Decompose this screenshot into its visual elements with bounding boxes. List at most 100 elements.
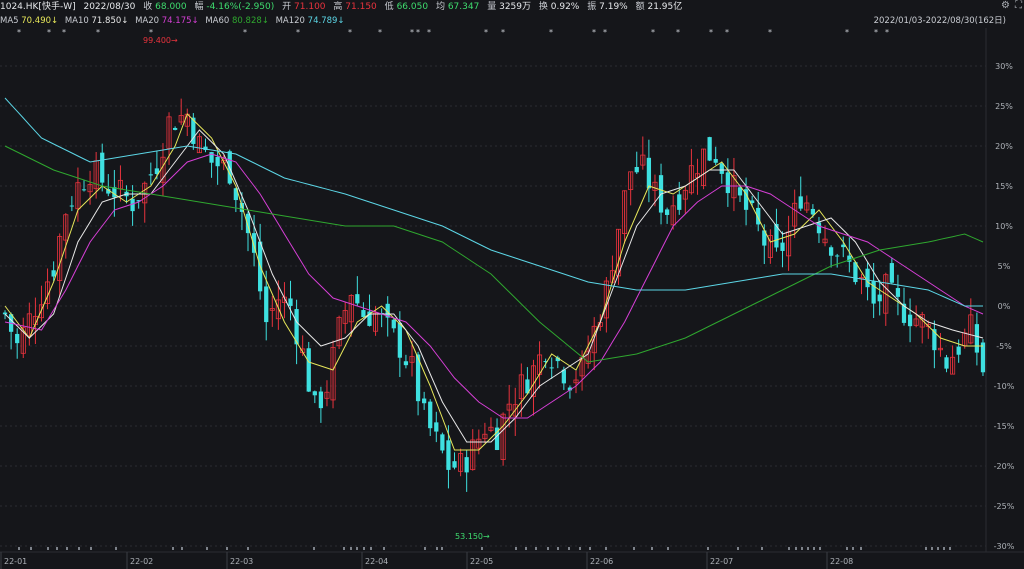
volume-marker [707,547,709,550]
candle-body [865,268,870,288]
candle-body [810,208,816,215]
x-tick-label: 22-07 [710,557,733,566]
volume-marker [801,547,803,550]
y-tick-label: 0% [998,302,1011,311]
event-marker: * [651,28,655,37]
candle-body [828,247,834,256]
volume-marker [181,547,183,550]
ma5-line [4,113,983,451]
volume-marker [436,547,438,550]
y-tick-label: 15% [995,182,1013,191]
candle-body [172,127,178,130]
candle-body [677,194,682,210]
y-tick-label: 20% [995,142,1013,151]
candlestick-chart[interactable]: 30% 25% 20% 15% 10% 5% 0% -5% -10% -15% -20% -25% -3… [0,0,1024,569]
volume-marker [47,547,49,550]
volume-marker [370,547,372,550]
volume-marker [557,547,559,550]
volume-marker [737,547,739,550]
x-tick-label: 22-02 [130,557,153,566]
volume-marker [931,547,933,550]
candle-body [725,172,730,194]
candle-body [264,286,269,323]
candle-body [318,391,324,409]
event-marker: * [709,28,713,37]
ma20-line [4,153,984,419]
moving-averages [4,97,984,451]
event-marker: * [296,28,300,37]
volume-marker [667,547,669,550]
ma60-line [4,145,984,363]
volume-marker [383,547,385,550]
event-marker: * [17,28,21,37]
volume-marker [605,547,607,550]
volume-marker [819,547,821,550]
candle-body [974,324,980,353]
volume-marker [761,547,763,550]
event-marker: * [410,28,414,37]
event-marker: * [768,28,772,37]
event-marker: * [676,28,680,37]
volume-marker [30,547,32,550]
candle-body [434,422,439,432]
volume-marker [66,547,68,550]
volume-marker [363,547,365,550]
x-tick-label: 22-01 [4,557,27,566]
candle-body [361,310,366,318]
volume-marker [795,547,797,550]
event-marker: * [592,28,596,37]
candle-body [719,163,724,174]
volume-marker [547,547,549,550]
candle-body [664,209,670,215]
event-marker: * [96,28,100,37]
candle-body [403,361,409,366]
candle-body [944,357,949,369]
candle-body [452,461,457,468]
event-marker: * [427,28,431,37]
y-tick-label: -20% [994,462,1015,471]
event-marker: * [725,28,729,37]
event-marker: * [243,28,247,37]
x-tick-label: 22-05 [470,557,493,566]
candle-body [440,434,445,451]
volume-marker [943,547,945,550]
candle-body [391,319,396,329]
volume-marker [949,547,951,550]
candle-body [780,242,785,251]
volume-marker [18,547,20,550]
volume-marker [813,547,815,550]
ma10-line [4,129,984,443]
y-tick-label: -5% [996,342,1012,351]
candle-body [646,157,652,189]
volume-marker [651,547,653,550]
y-tick-label: -25% [994,502,1015,511]
event-marker: * [416,28,420,37]
y-tick-label: 30% [995,62,1013,71]
candle-body [15,333,20,344]
volume-marker [860,547,862,550]
candle-body [81,189,87,191]
candle-body [288,298,293,306]
candle-body [549,367,554,369]
high-price-annotation: 99.400→ [143,36,178,45]
event-marker: * [378,28,382,37]
candle-body [816,222,822,234]
volume-marker [441,547,443,550]
volume-marker [579,547,581,550]
volume-marker [807,547,809,550]
candle-body [355,294,360,304]
event-marker: * [348,28,352,37]
candle-body [428,401,433,429]
x-tick-label: 22-08 [830,557,853,566]
volume-marker [313,547,315,550]
candle-body [312,391,317,396]
event-marker: * [874,28,878,37]
volume-marker [226,547,228,550]
candle-body [446,440,451,470]
volume-marker [350,547,352,550]
candle-body [306,348,311,392]
candle-body [422,398,427,404]
candle-body [895,288,901,297]
candle-body [907,314,913,327]
volume-marker [247,547,249,550]
